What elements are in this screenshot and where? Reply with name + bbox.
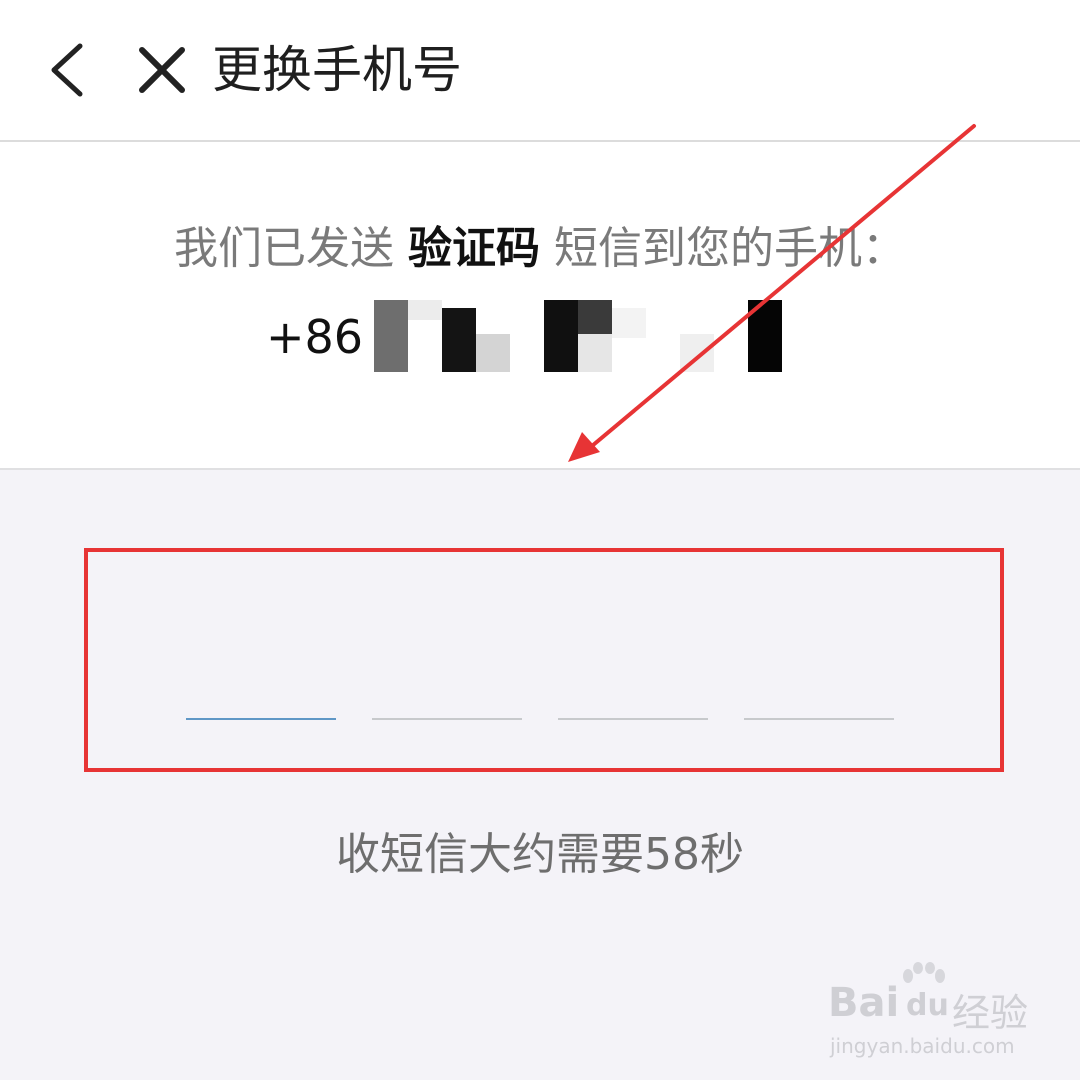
country-code: +86: [266, 310, 364, 364]
watermark-service: 经验: [952, 991, 1029, 1035]
mosaic-block: [374, 300, 408, 372]
code-digit-1[interactable]: [186, 718, 336, 720]
mosaic-block: [476, 334, 510, 372]
mosaic-block: [544, 300, 578, 372]
mosaic-block: [680, 334, 714, 372]
mosaic-block: [442, 308, 476, 372]
watermark-brand: Bai: [828, 980, 900, 1026]
watermark-url: jingyan.baidu.com: [830, 1034, 1015, 1058]
sent-suffix: 短信到您的手机：: [554, 223, 906, 274]
close-button[interactable]: [130, 38, 194, 102]
sent-message: 我们已发送 验证码 短信到您的手机：: [0, 212, 1080, 276]
mosaic-block: [612, 308, 646, 338]
mosaic-block: [578, 300, 612, 334]
code-digit-4[interactable]: [744, 718, 894, 720]
sent-highlight: 验证码: [408, 223, 540, 274]
watermark-brand-suffix: du: [906, 988, 949, 1023]
code-digit-2[interactable]: [372, 718, 522, 720]
sent-prefix: 我们已发送: [174, 223, 394, 274]
mosaic-block: [578, 334, 612, 372]
sms-countdown-hint: 收短信大约需要58秒: [336, 829, 744, 880]
mosaic-block: [408, 300, 442, 320]
mosaic-block: [748, 300, 782, 372]
page-title: 更换手机号: [212, 41, 462, 99]
top-bar: 更换手机号: [0, 0, 1080, 142]
back-button[interactable]: [40, 38, 100, 102]
sent-info-panel: 我们已发送 验证码 短信到您的手机： +86: [0, 142, 1080, 470]
code-digit-3[interactable]: [558, 718, 708, 720]
close-icon: [139, 47, 185, 93]
chevron-left-icon: [51, 43, 83, 97]
verification-code-highlight: [84, 548, 1004, 772]
watermark: Bai du 经验 jingyan.baidu.com: [828, 962, 1038, 1062]
